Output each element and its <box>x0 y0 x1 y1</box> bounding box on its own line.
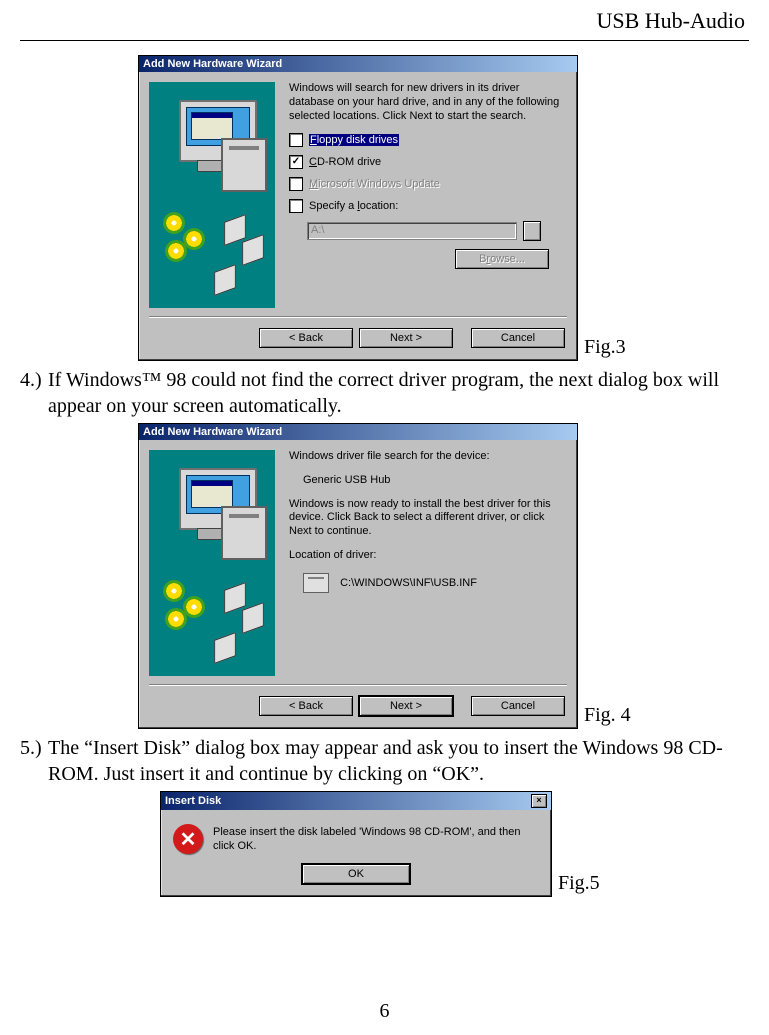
insert-disk-dialog: Insert Disk × ✕ Please insert the disk l… <box>160 791 552 897</box>
driver-path: C:\WINDOWS\INF\USB.INF <box>340 576 477 588</box>
inf-file-icon <box>303 573 329 593</box>
specify-location-checkbox[interactable] <box>289 199 303 213</box>
back-button[interactable]: < Back <box>259 328 353 348</box>
winupdate-checkbox[interactable] <box>289 177 303 191</box>
cancel-button[interactable]: Cancel <box>471 328 565 348</box>
cdrom-label: CD-ROM drive <box>309 156 381 168</box>
figure-caption: Fig.5 <box>558 872 600 897</box>
running-header: USB Hub-Audio <box>20 0 749 34</box>
insert-disk-message: Please insert the disk labeled 'Windows … <box>213 825 539 854</box>
back-button[interactable]: < Back <box>259 696 353 716</box>
figure-caption: Fig.3 <box>584 336 626 361</box>
titlebar: Insert Disk × <box>161 792 551 810</box>
device-name: Generic USB Hub <box>303 474 567 488</box>
search-heading: Windows driver file search for the devic… <box>289 450 567 464</box>
step-text: The “Insert Disk” dialog box may appear … <box>48 735 749 787</box>
wizard-dialog-fig3: Add New Hardware Wizard Windows will sea… <box>138 55 578 361</box>
error-icon: ✕ <box>173 824 203 854</box>
dialog-title: Add New Hardware Wizard <box>143 58 282 70</box>
location-dropdown-icon[interactable] <box>523 221 541 241</box>
location-input[interactable]: A:\ <box>307 222 517 240</box>
header-rule <box>20 40 749 41</box>
step-number: 4.) <box>20 367 48 419</box>
wizard-intro-text: Windows will search for new drivers in i… <box>289 82 567 123</box>
ready-text: Windows is now ready to install the best… <box>289 498 567 539</box>
dialog-title: Insert Disk <box>165 795 221 807</box>
close-icon[interactable]: × <box>531 794 547 808</box>
wizard-artwork <box>149 450 275 676</box>
next-button[interactable]: Next > <box>359 328 453 348</box>
cdrom-checkbox[interactable]: ✓ <box>289 155 303 169</box>
next-button[interactable]: Next > <box>359 696 453 716</box>
browse-button[interactable]: Browse... <box>455 249 549 269</box>
titlebar: Add New Hardware Wizard <box>139 56 577 72</box>
cancel-button[interactable]: Cancel <box>471 696 565 716</box>
dialog-title: Add New Hardware Wizard <box>143 426 282 438</box>
step-text: If Windows™ 98 could not find the correc… <box>48 367 749 419</box>
location-label: Location of driver: <box>289 549 567 563</box>
figure-caption: Fig. 4 <box>584 704 631 729</box>
floppy-label: Floppy disk drives <box>309 134 399 146</box>
titlebar: Add New Hardware Wizard <box>139 424 577 440</box>
page-number: 6 <box>20 1000 749 1023</box>
wizard-dialog-fig4: Add New Hardware Wizard Windows driver f… <box>138 423 578 729</box>
floppy-checkbox[interactable] <box>289 133 303 147</box>
step-number: 5.) <box>20 735 48 787</box>
winupdate-label: Microsoft Windows Update <box>309 178 440 190</box>
wizard-artwork <box>149 82 275 308</box>
ok-button[interactable]: OK <box>302 864 410 884</box>
specify-location-label: Specify a location: <box>309 200 398 212</box>
